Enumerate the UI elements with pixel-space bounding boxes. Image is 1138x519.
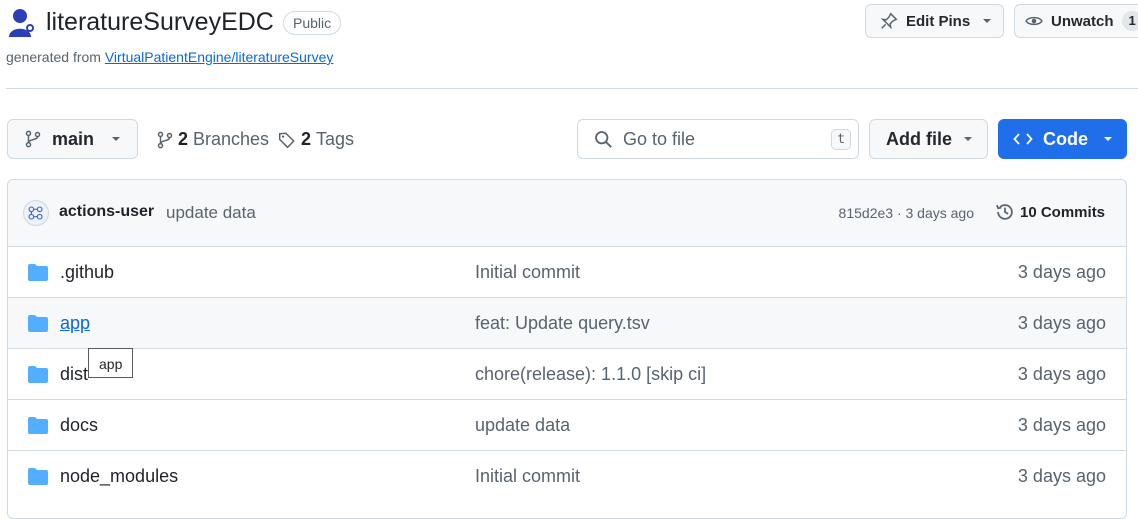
commit-message[interactable]: update data: [166, 203, 256, 223]
add-file-button[interactable]: Add file: [869, 119, 988, 159]
watchers-count: 1: [1121, 11, 1138, 31]
folder-icon: [28, 366, 48, 383]
file-commit-message[interactable]: Initial commit: [475, 262, 580, 283]
latest-commit-bar: actions-user update data 815d2e3 · 3 day…: [8, 180, 1126, 247]
tags-link[interactable]: 2 Tags: [278, 129, 354, 150]
code-label: Code: [1043, 128, 1088, 149]
file-row[interactable]: dist chore(release): 1.1.0 [skip ci] 3 d…: [8, 348, 1126, 400]
file-name[interactable]: app: [60, 313, 90, 334]
unwatch-button[interactable]: Unwatch 1: [1014, 4, 1138, 38]
file-commit-message[interactable]: update data: [475, 415, 570, 436]
search-shortcut-key: t: [831, 129, 851, 150]
file-row[interactable]: node_modules Initial commit 3 days ago: [8, 450, 1126, 502]
file-commit-message[interactable]: feat: Update query.tsv: [475, 313, 650, 334]
branches-label: Branches: [193, 129, 270, 149]
template-repo-link[interactable]: VirtualPatientEngine/literatureSurvey: [105, 49, 334, 65]
code-button[interactable]: Code: [998, 119, 1127, 159]
pin-icon: [880, 12, 898, 30]
edit-pins-button[interactable]: Edit Pins: [865, 4, 1004, 38]
edit-pins-label: Edit Pins: [906, 12, 971, 30]
search-placeholder: Go to file: [623, 128, 696, 149]
generated-from-prefix: generated from: [6, 49, 101, 65]
file-row[interactable]: docs update data 3 days ago: [8, 399, 1126, 451]
add-file-label: Add file: [886, 128, 952, 149]
file-age: 3 days ago: [1017, 262, 1106, 282]
chevron-down-icon: [112, 137, 120, 141]
search-icon: [595, 130, 612, 148]
commit-sha-time[interactable]: 815d2e3 · 3 days ago: [839, 205, 974, 221]
file-age: 3 days ago: [1017, 313, 1106, 333]
file-name[interactable]: dist: [60, 364, 88, 385]
repo-name[interactable]: literatureSurveyEDC: [46, 8, 274, 37]
tags-label: Tags: [316, 129, 355, 149]
file-name[interactable]: node_modules: [60, 466, 178, 487]
chevron-down-icon: [983, 19, 992, 23]
file-age: 3 days ago: [1017, 364, 1106, 384]
tags-count: 2: [301, 129, 312, 149]
folder-icon: [28, 417, 48, 434]
chevron-down-icon: [1104, 137, 1112, 141]
file-name[interactable]: .github: [60, 262, 114, 283]
current-branch: main: [52, 128, 95, 149]
visibility-badge: Public: [283, 11, 342, 35]
eye-icon: [1025, 16, 1043, 26]
tooltip: app: [88, 348, 134, 378]
commits-label: 10 Commits: [1020, 203, 1106, 221]
code-icon: [1013, 133, 1033, 145]
branch-select-button[interactable]: main: [7, 119, 138, 159]
commits-link[interactable]: 10 Commits: [995, 202, 1105, 222]
author-avatar[interactable]: [23, 200, 49, 226]
branch-icon: [25, 130, 41, 148]
header-divider: [6, 88, 1138, 89]
commit-author[interactable]: actions-user: [59, 203, 154, 221]
chevron-down-icon: [964, 137, 972, 141]
branches-count: 2: [178, 129, 189, 149]
branches-link[interactable]: 2 Branches: [156, 129, 269, 150]
folder-icon: [28, 315, 48, 332]
folder-icon: [28, 264, 48, 281]
history-icon: [996, 204, 1013, 220]
file-table: actions-user update data 815d2e3 · 3 day…: [7, 179, 1127, 519]
file-row[interactable]: app feat: Update query.tsv 3 days ago: [8, 297, 1126, 349]
go-to-file-input[interactable]: Go to file t: [577, 119, 859, 159]
file-name[interactable]: docs: [60, 415, 98, 436]
file-row[interactable]: .github Initial commit 3 days ago: [8, 246, 1126, 298]
owner-avatar-icon[interactable]: [6, 6, 38, 38]
folder-icon: [28, 468, 48, 485]
file-age: 3 days ago: [1017, 466, 1106, 486]
file-age: 3 days ago: [1017, 415, 1106, 435]
tag-icon: [278, 131, 295, 148]
file-commit-message[interactable]: Initial commit: [475, 466, 580, 487]
branch-icon: [157, 131, 173, 148]
file-commit-message[interactable]: chore(release): 1.1.0 [skip ci]: [475, 364, 706, 385]
generated-from: generated from VirtualPatientEngine/lite…: [6, 49, 333, 65]
unwatch-label: Unwatch: [1051, 12, 1114, 30]
